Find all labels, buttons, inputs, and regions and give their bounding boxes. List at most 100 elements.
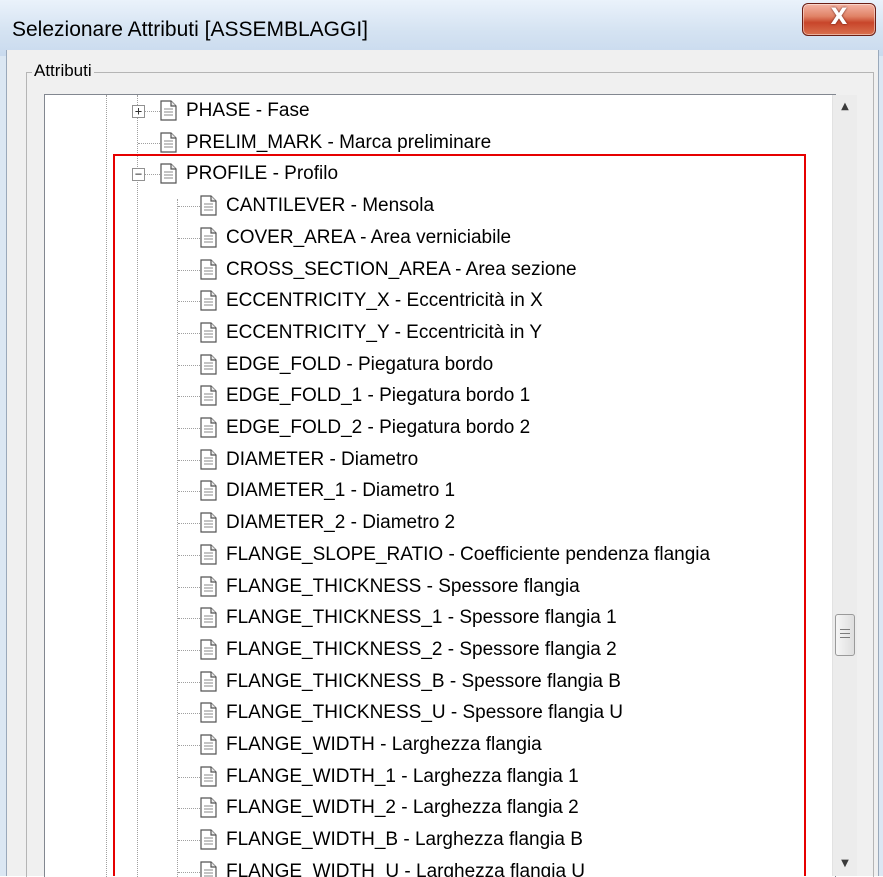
tree-item-label: FLANGE_THICKNESS_2 - Spessore flangia 2 bbox=[226, 638, 617, 660]
tree-item-label: FLANGE_THICKNESS - Spessore flangia bbox=[226, 575, 580, 597]
tree-item[interactable]: − PROFILE - Profilo bbox=[132, 158, 835, 190]
document-icon bbox=[200, 702, 217, 723]
tree-item[interactable]: ECCENTRICITY_X - Eccentricità in X bbox=[178, 285, 835, 317]
tree-item-label: FLANGE_WIDTH_1 - Larghezza flangia 1 bbox=[226, 765, 579, 787]
document-icon bbox=[200, 195, 217, 216]
tree-item[interactable]: EDGE_FOLD_2 - Piegatura bordo 2 bbox=[178, 412, 835, 444]
tree-item-label: FLANGE_WIDTH - Larghezza flangia bbox=[226, 734, 542, 755]
tree-connector bbox=[178, 618, 200, 620]
tree-item[interactable]: FLANGE_SLOPE_RATIO - Coefficiente penden… bbox=[178, 539, 835, 571]
tree-item[interactable]: FLANGE_THICKNESS_B - Spessore flangia B bbox=[178, 666, 835, 698]
tree-item[interactable]: FLANGE_WIDTH_1 - Larghezza flangia 1 bbox=[178, 761, 835, 793]
tree-connector bbox=[178, 364, 200, 366]
window-title: Selezionare Attributi [ASSEMBLAGGI] bbox=[12, 18, 368, 41]
tree-connector bbox=[178, 808, 200, 810]
document-icon bbox=[200, 353, 217, 375]
tree-item[interactable]: FLANGE_THICKNESS_2 - Spessore flangia 2 bbox=[178, 634, 835, 666]
document-icon bbox=[200, 417, 217, 438]
close-button[interactable]: X bbox=[802, 3, 876, 36]
tree-item[interactable]: EDGE_FOLD - Piegatura bordo bbox=[178, 349, 835, 381]
tree-connector bbox=[138, 142, 160, 144]
document-icon bbox=[200, 797, 217, 818]
tree-item[interactable]: DIAMETER - Diametro bbox=[178, 444, 835, 476]
tree-connector bbox=[178, 206, 200, 208]
tree-connector bbox=[178, 301, 200, 303]
document-icon bbox=[200, 829, 217, 850]
tree-item-label: FLANGE_SLOPE_RATIO - Coefficiente penden… bbox=[226, 543, 711, 565]
document-icon bbox=[200, 322, 217, 343]
dialog-window: Selezionare Attributi [ASSEMBLAGGI] X At… bbox=[0, 0, 883, 877]
groupbox-label: Attributi bbox=[32, 61, 94, 81]
document-icon bbox=[200, 544, 217, 565]
tree-item-label: FLANGE_WIDTH_B - Larghezza flangia B bbox=[226, 829, 583, 851]
tree-item[interactable]: DIAMETER_1 - Diametro 1 bbox=[178, 475, 835, 507]
document-icon bbox=[200, 575, 217, 597]
document-icon bbox=[200, 227, 217, 248]
vertical-scrollbar[interactable]: ▲ ▼ bbox=[832, 95, 857, 876]
document-icon bbox=[160, 100, 177, 121]
thumb-grip-line bbox=[840, 633, 850, 634]
document-icon bbox=[160, 132, 177, 153]
tree-item-label: DIAMETER - Diametro bbox=[226, 448, 419, 470]
tree-item-label: PROFILE - Profilo bbox=[186, 163, 339, 185]
scroll-up-arrow-icon[interactable]: ▲ bbox=[833, 95, 857, 119]
tree-item-label: ECCENTRICITY_X - Eccentricità in X bbox=[226, 290, 543, 312]
tree-item[interactable]: FLANGE_WIDTH_2 - Larghezza flangia 2 bbox=[178, 792, 835, 824]
document-icon bbox=[200, 449, 217, 470]
tree-item[interactable]: CROSS_SECTION_AREA - Area sezione bbox=[178, 254, 835, 286]
tree-item[interactable]: + PHASE - Fase bbox=[132, 95, 835, 127]
tree-item[interactable]: FLANGE_WIDTH_B - Larghezza flangia B bbox=[178, 824, 835, 856]
document-icon bbox=[200, 512, 217, 533]
tree-connector bbox=[178, 776, 200, 778]
tree-connector bbox=[178, 428, 200, 429]
tree-item[interactable]: PRELIM_MARK - Marca preliminare bbox=[138, 127, 835, 159]
tree-item-label: PRELIM_MARK - Marca preliminare bbox=[186, 131, 492, 153]
tree-guide-line bbox=[137, 95, 138, 877]
tree-item[interactable]: FLANGE_WIDTH_U - Larghezza flangia U bbox=[178, 856, 835, 877]
document-icon bbox=[200, 766, 217, 787]
tree-expander-icon[interactable]: + bbox=[132, 105, 145, 118]
tree-connector bbox=[178, 649, 200, 651]
tree-item-label: COVER_AREA - Area verniciabile bbox=[226, 226, 512, 248]
tree-item[interactable]: DIAMETER_2 - Diametro 2 bbox=[178, 507, 835, 539]
tree-item[interactable]: CANTILEVER - Mensola bbox=[178, 190, 835, 222]
tree-item-label: DIAMETER_2 - Diametro 2 bbox=[226, 512, 456, 534]
scroll-thumb[interactable] bbox=[835, 614, 855, 656]
tree-connector bbox=[178, 681, 200, 683]
tree-item[interactable]: FLANGE_WIDTH - Larghezza flangia bbox=[178, 729, 835, 761]
tree-guide-line bbox=[106, 95, 107, 877]
tree-item-label: EDGE_FOLD - Piegatura bordo bbox=[226, 353, 494, 375]
tree-item-label: FLANGE_WIDTH_2 - Larghezza flangia 2 bbox=[226, 797, 579, 819]
document-icon bbox=[200, 861, 217, 877]
document-icon bbox=[200, 639, 217, 660]
tree-connector bbox=[178, 586, 200, 588]
tree-item-label: FLANGE_WIDTH_U - Larghezza flangia U bbox=[226, 860, 586, 877]
tree-connector bbox=[178, 269, 200, 271]
tree-item-label: FLANGE_THICKNESS_B - Spessore flangia B bbox=[226, 670, 621, 692]
tree-expander-icon[interactable]: − bbox=[132, 168, 145, 182]
document-icon bbox=[200, 734, 217, 755]
tree-connector bbox=[178, 332, 200, 334]
scroll-down-arrow-icon[interactable]: ▼ bbox=[833, 852, 857, 876]
tree-item[interactable]: ECCENTRICITY_Y - Eccentricità in Y bbox=[178, 317, 835, 349]
tree-item-label: EDGE_FOLD_2 - Piegatura bordo 2 bbox=[226, 417, 531, 438]
tree-item[interactable]: EDGE_FOLD_1 - Piegatura bordo 1 bbox=[178, 380, 835, 412]
tree-item[interactable]: FLANGE_THICKNESS_1 - Spessore flangia 1 bbox=[178, 602, 835, 634]
thumb-grip-line bbox=[840, 637, 850, 638]
tree-connector bbox=[178, 713, 200, 715]
document-icon bbox=[200, 607, 217, 628]
tree-item-label: EDGE_FOLD_1 - Piegatura bordo 1 bbox=[226, 385, 531, 407]
tree-item-label: CROSS_SECTION_AREA - Area sezione bbox=[226, 258, 577, 280]
tree-connector bbox=[178, 491, 200, 493]
tree-connector bbox=[178, 459, 200, 461]
tree-connector bbox=[178, 745, 200, 746]
tree-item[interactable]: FLANGE_THICKNESS - Spessore flangia bbox=[178, 571, 835, 603]
tree-item[interactable]: COVER_AREA - Area verniciabile bbox=[178, 222, 835, 254]
attributes-tree[interactable]: + PHASE - Fase PRELIM_MARK - Marca prelimi… bbox=[44, 94, 836, 877]
tree-item-label: FLANGE_THICKNESS_1 - Spessore flangia 1 bbox=[226, 607, 617, 629]
tree-item[interactable]: FLANGE_THICKNESS_U - Spessore flangia U bbox=[178, 697, 835, 729]
title-bar[interactable]: Selezionare Attributi [ASSEMBLAGGI] X bbox=[0, 0, 883, 56]
tree-connector bbox=[178, 237, 200, 239]
close-icon: X bbox=[830, 5, 848, 30]
thumb-grip-line bbox=[840, 629, 850, 630]
